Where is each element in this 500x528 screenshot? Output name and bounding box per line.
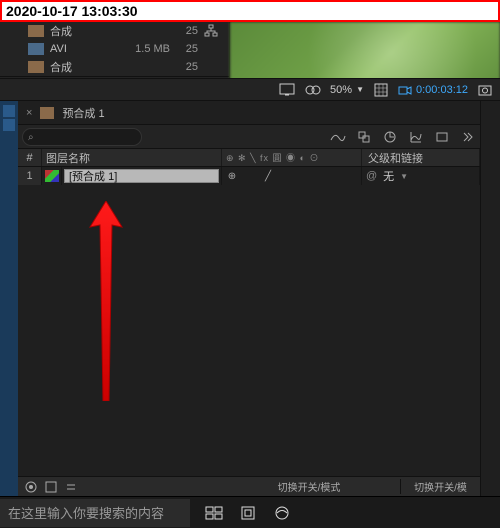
strip-dot[interactable] bbox=[3, 105, 15, 117]
shy-icon[interactable] bbox=[330, 129, 346, 145]
frame-blend-icon[interactable] bbox=[356, 129, 372, 145]
timeline-tools bbox=[330, 129, 476, 145]
grid-icon[interactable] bbox=[372, 82, 390, 98]
task-view-icon[interactable] bbox=[204, 503, 224, 523]
item-rate: 25 bbox=[170, 61, 198, 73]
item-name: 合成 bbox=[50, 23, 120, 39]
flowchart-icon[interactable] bbox=[204, 24, 218, 38]
timecode-value: 0:00:03:12 bbox=[416, 84, 468, 96]
layer-type-icon bbox=[42, 167, 62, 185]
mask-icon[interactable] bbox=[304, 82, 322, 98]
layer-name-input[interactable]: [预合成 1] bbox=[64, 169, 219, 183]
project-item[interactable]: 合成 25 bbox=[0, 58, 229, 76]
col-parent[interactable]: 父级和链接 bbox=[362, 149, 480, 166]
timeline-right-scroll[interactable] bbox=[480, 101, 500, 496]
expr-icon[interactable] bbox=[460, 129, 476, 145]
folder-icon bbox=[28, 61, 44, 73]
windows-taskbar: 在这里输入你要搜索的内容 bbox=[0, 496, 500, 528]
switch-cell[interactable]: ⊕ bbox=[226, 170, 238, 182]
col-switches[interactable]: ⊕ ✻ ╲ fx 圓 ◉ ◐ ⊙ bbox=[222, 149, 362, 166]
collapse-icon[interactable] bbox=[44, 480, 58, 494]
taskbar-search[interactable]: 在这里输入你要搜索的内容 bbox=[0, 499, 190, 527]
render-icon[interactable] bbox=[434, 129, 450, 145]
zoom-value: 50% bbox=[330, 84, 352, 96]
preview-footer: 50% ▼ 0:00:03:12 bbox=[0, 78, 500, 100]
item-size: 1.5 MB bbox=[120, 43, 170, 55]
layers-area[interactable]: 1 [预合成 1] ⊕ ╱ @ 无 bbox=[18, 167, 480, 476]
chevron-down-icon: ▼ bbox=[356, 85, 364, 94]
annotation-arrow bbox=[86, 201, 126, 401]
layer-row[interactable]: 1 [预合成 1] ⊕ ╱ @ 无 bbox=[18, 167, 480, 185]
video-icon bbox=[28, 43, 44, 55]
timeline-panel: × 预合成 1 ⌕ # 图层名称 ⊕ ✻ ╲ fx 圓 ◉ ◐ ⊙ 父级和链接 bbox=[0, 100, 500, 496]
item-rate: 25 bbox=[170, 43, 198, 55]
tab-label: 预合成 1 bbox=[62, 105, 104, 121]
expand-icon[interactable] bbox=[64, 480, 78, 494]
edge-icon[interactable] bbox=[272, 503, 292, 523]
layer-column-header: # 图层名称 ⊕ ✻ ╲ fx 圓 ◉ ◐ ⊙ 父级和链接 bbox=[18, 149, 480, 167]
timeline-main: × 预合成 1 ⌕ # 图层名称 ⊕ ✻ ╲ fx 圓 ◉ ◐ ⊙ 父级和链接 bbox=[18, 101, 480, 496]
switch-cell[interactable]: ╱ bbox=[262, 170, 274, 182]
switch-cell[interactable] bbox=[280, 170, 292, 182]
item-rate: 25 bbox=[170, 25, 198, 37]
toggle-switches-modes-right[interactable]: 切换开关/模 bbox=[400, 479, 480, 494]
parent-value: 无 bbox=[383, 168, 394, 184]
strip-dot[interactable] bbox=[3, 119, 15, 131]
timeline-tab[interactable]: × 预合成 1 bbox=[18, 101, 480, 125]
layer-index: 1 bbox=[18, 167, 42, 185]
switch-cell[interactable] bbox=[316, 170, 328, 182]
snapshot-icon[interactable] bbox=[476, 82, 494, 98]
item-name: AVI bbox=[50, 43, 120, 55]
col-index[interactable]: # bbox=[18, 149, 42, 166]
parent-dropdown[interactable]: 无 ▼ bbox=[383, 168, 408, 184]
item-name: 合成 bbox=[50, 59, 120, 75]
switch-cell[interactable] bbox=[334, 170, 346, 182]
layer-search-input[interactable] bbox=[22, 128, 142, 146]
toggle-switches-modes[interactable]: 切换开关/模式 bbox=[218, 479, 400, 494]
search-icon: ⌕ bbox=[28, 132, 34, 143]
layer-name-cell[interactable]: [预合成 1] bbox=[62, 167, 222, 185]
taskbar-app-icon[interactable] bbox=[238, 503, 258, 523]
timeline-toolbar: ⌕ bbox=[18, 125, 480, 149]
project-item[interactable]: AVI 1.5 MB 25 bbox=[0, 40, 229, 58]
camera-icon bbox=[398, 83, 412, 97]
timestamp-banner: 2020-10-17 13:03:30 bbox=[0, 0, 500, 22]
pickwhip-icon[interactable]: @ bbox=[366, 170, 377, 182]
comp-icon bbox=[40, 107, 54, 119]
project-item[interactable]: 合成 25 bbox=[0, 22, 229, 40]
graph-icon[interactable] bbox=[408, 129, 424, 145]
timecode[interactable]: 0:00:03:12 bbox=[398, 83, 468, 97]
layer-parent[interactable]: @ 无 ▼ bbox=[362, 167, 480, 185]
timeline-footer: 切换开关/模式 切换开关/模 bbox=[18, 476, 480, 496]
motion-blur-icon[interactable] bbox=[382, 129, 398, 145]
toggle-switches-icon[interactable] bbox=[24, 480, 38, 494]
col-name[interactable]: 图层名称 bbox=[42, 149, 222, 166]
display-icon[interactable] bbox=[278, 82, 296, 98]
layer-switches[interactable]: ⊕ ╱ bbox=[222, 167, 362, 185]
chevron-down-icon: ▼ bbox=[400, 172, 408, 181]
switch-cell[interactable] bbox=[298, 170, 310, 182]
timeline-left-strip bbox=[0, 101, 18, 496]
folder-icon bbox=[28, 25, 44, 37]
zoom-dropdown[interactable]: 50% ▼ bbox=[330, 84, 364, 96]
switch-cell[interactable] bbox=[244, 170, 256, 182]
